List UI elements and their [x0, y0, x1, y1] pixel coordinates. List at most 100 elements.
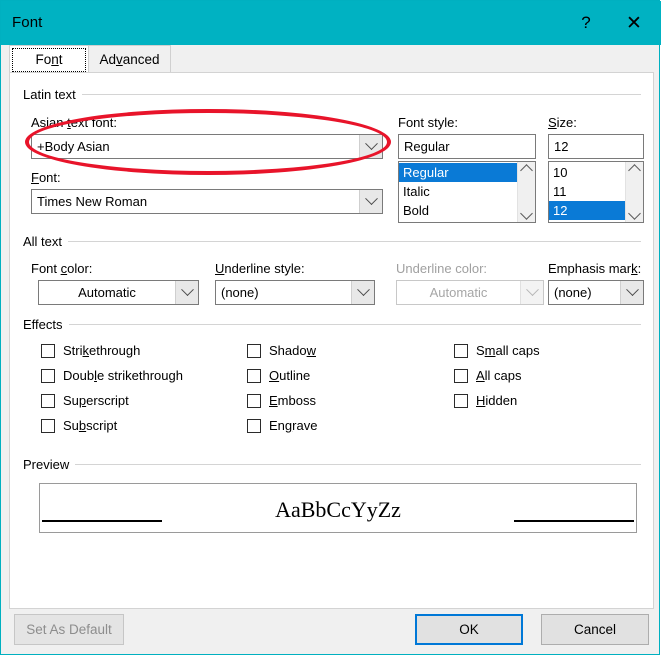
chevron-down-icon[interactable] — [359, 190, 382, 213]
checkbox-label: Outline — [269, 368, 311, 383]
checkbox-engrave[interactable]: Engrave — [247, 418, 317, 433]
chevron-down-icon[interactable] — [175, 281, 198, 304]
group-rule — [68, 324, 641, 325]
checkbox-box-icon[interactable] — [247, 418, 261, 433]
emphasis-mark-combobox[interactable]: (none) — [548, 280, 644, 305]
group-label-preview: Preview — [23, 457, 70, 472]
list-item[interactable]: Bold — [399, 201, 517, 220]
checkbox-label: Superscript — [63, 393, 129, 408]
checkbox-label: All caps — [476, 368, 522, 383]
group-header-effects: Effects — [23, 317, 641, 332]
checkbox-box-icon[interactable] — [41, 368, 55, 383]
checkbox-all-caps[interactable]: All caps — [454, 368, 522, 383]
checkbox-box-icon[interactable] — [247, 393, 261, 408]
checkbox-box-icon[interactable] — [41, 393, 55, 408]
checkbox-label: Hidden — [476, 393, 518, 408]
font-color-label: Font color: — [31, 261, 93, 276]
checkbox-box-icon[interactable] — [454, 343, 468, 358]
group-header-latin-text: Latin text — [23, 87, 641, 102]
checkbox-box-icon[interactable] — [41, 418, 55, 433]
underline-color-label: Underline color: — [396, 261, 488, 276]
help-icon[interactable]: ? — [565, 1, 607, 45]
font-style-label: Font style: — [398, 115, 458, 130]
group-header-preview: Preview — [23, 457, 641, 472]
emphasis-mark-label: Emphasis mark: — [548, 261, 642, 276]
tab-font[interactable]: Font — [9, 45, 89, 73]
scroll-down-icon[interactable] — [628, 207, 641, 220]
font-combobox[interactable]: Times New Roman — [31, 189, 383, 214]
list-item[interactable]: Regular — [399, 163, 517, 182]
chevron-down-icon[interactable] — [620, 281, 643, 304]
underline-style-label: Underline style: — [215, 261, 305, 276]
scroll-up-icon[interactable] — [520, 164, 533, 177]
asian-text-font-label: Asian text font: — [31, 115, 118, 130]
font-style-input[interactable]: Regular — [398, 134, 536, 159]
preview-box: AaBbCcYyZz — [39, 483, 637, 533]
chevron-down-icon[interactable] — [351, 281, 374, 304]
font-style-items: Regular Italic Bold — [399, 162, 517, 222]
underline-color-combobox: Automatic — [396, 280, 544, 305]
checkbox-box-icon[interactable] — [454, 393, 468, 408]
set-as-default-button[interactable]: Set As Default — [14, 614, 124, 645]
checkbox-label: Shadow — [269, 343, 316, 358]
group-label-effects: Effects — [23, 317, 63, 332]
checkbox-label: Double strikethrough — [63, 368, 183, 383]
preview-rule-right — [514, 520, 634, 522]
size-listbox[interactable]: 10 11 12 — [548, 161, 644, 223]
group-rule — [75, 464, 641, 465]
font-style-listbox[interactable]: Regular Italic Bold — [398, 161, 536, 223]
size-scrollbar[interactable] — [625, 162, 643, 222]
checkbox-box-icon[interactable] — [247, 368, 261, 383]
window-title: Font — [12, 14, 43, 31]
checkbox-superscript[interactable]: Superscript — [41, 393, 129, 408]
font-style-value: Regular — [404, 139, 450, 154]
list-item[interactable]: 12 — [549, 201, 625, 220]
tab-strip: Font Advanced — [9, 45, 654, 73]
ok-button[interactable]: OK — [415, 614, 523, 645]
asian-text-font-combobox[interactable]: +Body Asian — [31, 134, 383, 159]
checkbox-box-icon[interactable] — [454, 368, 468, 383]
checkbox-small-caps[interactable]: Small caps — [454, 343, 540, 358]
checkbox-strikethrough[interactable]: Strikethrough — [41, 343, 140, 358]
checkbox-label: Small caps — [476, 343, 540, 358]
emphasis-mark-value: (none) — [554, 285, 592, 300]
checkbox-box-icon[interactable] — [41, 343, 55, 358]
scroll-down-icon[interactable] — [520, 207, 533, 220]
tab-advanced-label: Advanced — [99, 51, 160, 67]
checkbox-subscript[interactable]: Subscript — [41, 418, 117, 433]
font-label: Font: — [31, 170, 61, 185]
tab-font-label: Font — [35, 51, 63, 67]
font-color-combobox[interactable]: Automatic — [38, 280, 199, 305]
size-label: Size: — [548, 115, 577, 130]
checkbox-box-icon[interactable] — [247, 343, 261, 358]
chevron-down-icon[interactable] — [359, 135, 382, 158]
checkbox-shadow[interactable]: Shadow — [247, 343, 316, 358]
checkbox-label: Subscript — [63, 418, 118, 433]
checkbox-hidden[interactable]: Hidden — [454, 393, 517, 408]
list-item[interactable]: Italic — [399, 182, 517, 201]
underline-style-combobox[interactable]: (none) — [215, 280, 375, 305]
group-rule — [81, 94, 641, 95]
list-item[interactable]: 11 — [549, 182, 625, 201]
checkbox-double-strikethrough[interactable]: Double strikethrough — [41, 368, 183, 383]
cancel-button[interactable]: Cancel — [541, 614, 649, 645]
title-bar: Font ? ✕ — [1, 1, 661, 45]
font-value: Times New Roman — [37, 194, 148, 209]
checkbox-outline[interactable]: Outline — [247, 368, 310, 383]
checkbox-label: Emboss — [269, 393, 316, 408]
underline-color-value: Automatic — [429, 285, 488, 300]
close-icon[interactable]: ✕ — [613, 1, 655, 45]
font-color-value: Automatic — [78, 285, 136, 300]
size-input[interactable]: 12 — [548, 134, 644, 159]
group-rule — [68, 241, 641, 242]
checkbox-label: Engrave — [269, 418, 318, 433]
size-value: 12 — [554, 139, 569, 154]
list-item[interactable]: 10 — [549, 163, 625, 182]
font-style-scrollbar[interactable] — [517, 162, 535, 222]
checkbox-emboss[interactable]: Emboss — [247, 393, 316, 408]
group-label-all-text: All text — [23, 234, 63, 249]
scroll-up-icon[interactable] — [628, 164, 641, 177]
tab-advanced[interactable]: Advanced — [89, 45, 171, 73]
group-label-latin-text: Latin text — [23, 87, 76, 102]
size-items: 10 11 12 — [549, 162, 625, 222]
